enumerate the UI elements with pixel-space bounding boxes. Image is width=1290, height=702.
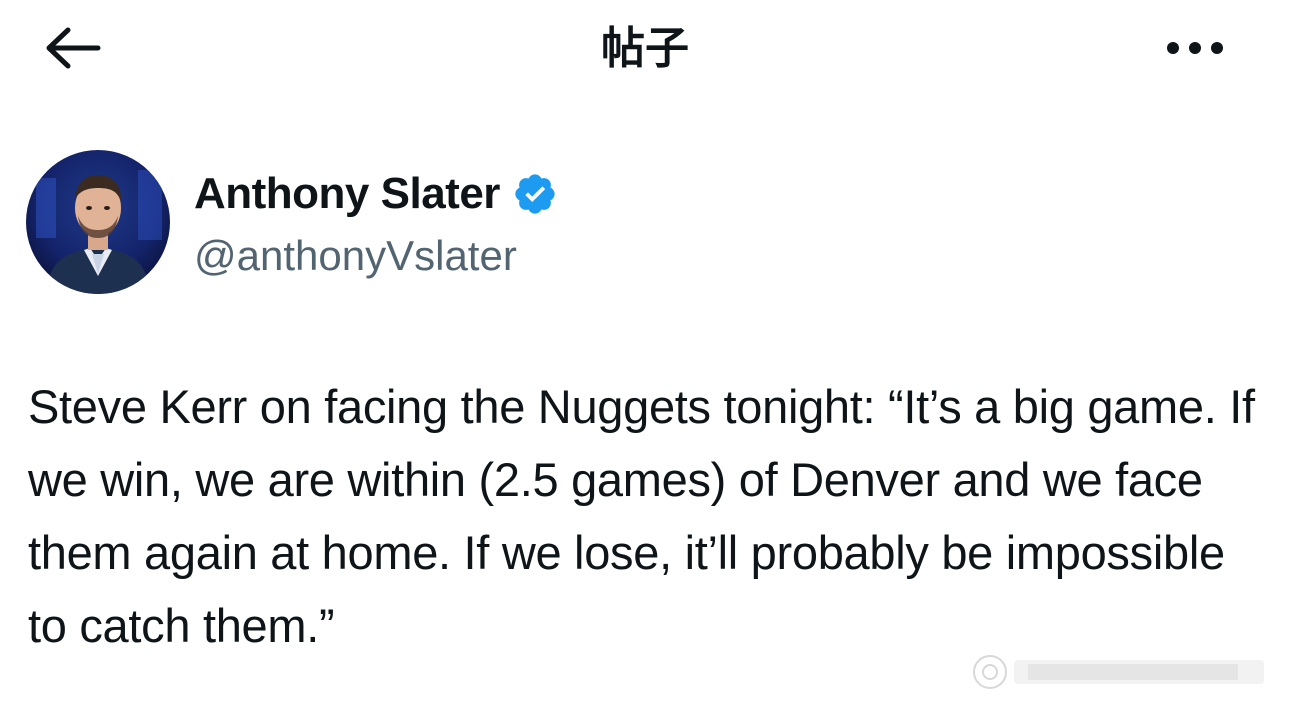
display-name[interactable]: Anthony Slater xyxy=(194,169,500,219)
verified-badge-icon xyxy=(512,171,558,217)
page-title: 帖子 xyxy=(601,23,689,74)
user-handle[interactable]: @anthonyVslater xyxy=(194,230,517,282)
watermark-graphic xyxy=(968,650,1278,694)
more-options-button[interactable] xyxy=(1160,26,1230,70)
tweet-author: Anthony Slater @anthonyVslater xyxy=(26,150,1226,296)
tweet-text: Steve Kerr on facing the Nuggets tonight… xyxy=(28,380,1255,652)
avatar[interactable] xyxy=(26,150,170,294)
more-horizontal-icon xyxy=(1167,42,1223,54)
display-name-row: Anthony Slater xyxy=(194,168,558,220)
top-navigation-bar: 帖子 xyxy=(0,0,1290,100)
